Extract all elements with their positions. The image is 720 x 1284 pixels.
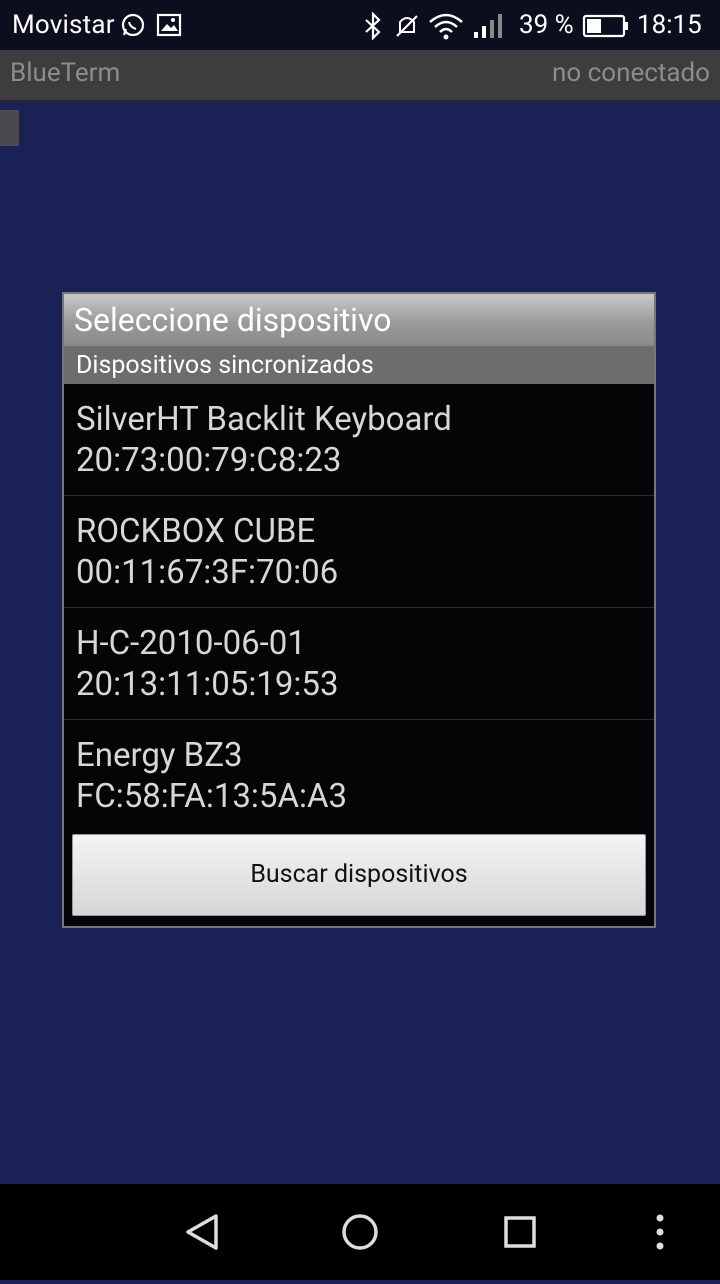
carrier-label: Movistar	[12, 10, 115, 40]
clock: 18:15	[637, 10, 702, 40]
device-address: FC:58:FA:13:5A:A3	[76, 777, 348, 816]
device-name: Energy BZ3	[76, 736, 243, 775]
wifi-icon	[428, 12, 464, 44]
signal-icon	[472, 12, 504, 44]
battery-icon	[582, 12, 630, 44]
status-bar: Movistar 39 % 18:15	[0, 0, 720, 50]
bluetooth-icon	[362, 11, 384, 44]
home-icon[interactable]	[328, 1184, 392, 1280]
battery-percent: 39 %	[519, 10, 574, 40]
scan-devices-button[interactable]: Buscar dispositivos	[72, 834, 646, 916]
mute-icon	[394, 12, 420, 44]
back-icon[interactable]	[170, 1184, 234, 1280]
whatsapp-icon	[120, 12, 146, 42]
device-item[interactable]: SilverHT Backlit Keyboard 20:73:00:79:C8…	[64, 384, 654, 496]
device-address: 20:13:11:05:19:53	[76, 665, 339, 704]
app-title: BlueTerm	[10, 58, 121, 88]
recents-icon[interactable]	[488, 1184, 552, 1280]
device-item[interactable]: ROCKBOX CUBE 00:11:67:3F:70:06	[64, 496, 654, 608]
device-address: 20:73:00:79:C8:23	[76, 441, 342, 480]
dialog-subtitle: Dispositivos sincronizados	[64, 346, 654, 384]
device-name: SilverHT Backlit Keyboard	[76, 400, 452, 439]
device-item[interactable]: Energy BZ3 FC:58:FA:13:5A:A3	[64, 720, 654, 832]
device-address: 00:11:67:3F:70:06	[76, 553, 339, 592]
device-item[interactable]: H-C-2010-06-01 20:13:11:05:19:53	[64, 608, 654, 720]
device-name: H-C-2010-06-01	[76, 624, 306, 663]
navigation-bar	[0, 1184, 720, 1280]
dialog-title: Seleccione dispositivo	[64, 294, 654, 346]
device-name: ROCKBOX CUBE	[76, 512, 316, 551]
device-select-dialog: Seleccione dispositivo Dispositivos sinc…	[62, 292, 656, 928]
menu-icon[interactable]	[640, 1184, 680, 1280]
gallery-icon	[156, 12, 182, 42]
connection-status: no conectado	[552, 58, 710, 88]
terminal-cursor	[0, 110, 19, 146]
app-bar: BlueTerm no conectado	[0, 50, 720, 101]
